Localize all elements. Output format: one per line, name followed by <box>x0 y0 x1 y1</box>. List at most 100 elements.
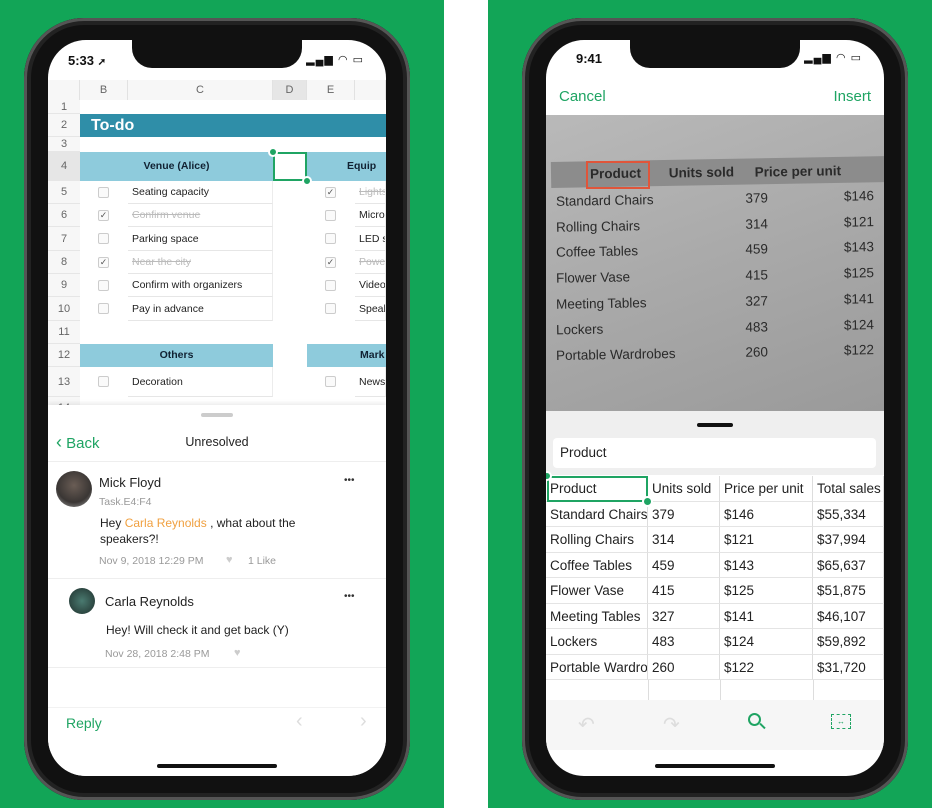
next-icon[interactable]: › <box>360 710 367 733</box>
cancel-button[interactable]: Cancel <box>559 88 606 105</box>
row-header[interactable]: 8 <box>48 251 80 274</box>
selection-handle[interactable] <box>642 496 653 507</box>
selected-cell[interactable] <box>547 476 648 502</box>
task-cell[interactable]: Power <box>355 251 386 274</box>
task-cell[interactable]: Videos <box>355 274 386 297</box>
fit-width-icon[interactable]: ↔ <box>831 714 851 729</box>
checkbox[interactable] <box>98 280 109 291</box>
checkbox[interactable] <box>325 233 336 244</box>
table-cell[interactable]: $51,875 <box>813 578 884 604</box>
row-header[interactable]: 5 <box>48 181 80 204</box>
task-cell[interactable]: Decoration <box>128 367 273 397</box>
heart-icon[interactable]: ♥ <box>226 554 233 566</box>
checkbox[interactable] <box>98 187 109 198</box>
insert-button[interactable]: Insert <box>833 88 871 105</box>
table-cell[interactable]: $121 <box>720 527 813 553</box>
checkbox[interactable] <box>98 233 109 244</box>
checkbox[interactable] <box>325 280 336 291</box>
sheet-grabber[interactable] <box>201 413 233 417</box>
checkbox[interactable] <box>98 376 109 387</box>
previous-icon[interactable]: ‹ <box>296 710 303 733</box>
task-cell[interactable]: Seating capacity <box>128 181 273 204</box>
task-cell[interactable]: Newsp <box>355 367 386 397</box>
task-cell done[interactable]: Confirm venue <box>128 204 273 227</box>
reply-button[interactable]: Reply <box>66 715 102 731</box>
task-cell[interactable]: LED s <box>355 227 386 251</box>
table-cell[interactable]: $122 <box>720 654 813 680</box>
row-header[interactable]: 9 <box>48 274 80 297</box>
table-cell[interactable]: $125 <box>720 578 813 604</box>
table-cell[interactable]: Flower Vase <box>546 578 648 604</box>
cell-value-input[interactable]: Product <box>553 438 876 468</box>
checkbox[interactable] <box>325 303 336 314</box>
column-header[interactable]: D <box>273 80 307 100</box>
table-cell[interactable]: Portable Wardrobes <box>546 654 648 680</box>
row-header[interactable]: 13 <box>48 367 80 397</box>
row-header[interactable]: 3 <box>48 137 80 152</box>
table-cell[interactable]: 459 <box>648 552 720 578</box>
table-cell[interactable]: 327 <box>648 603 720 629</box>
sheet-grabber[interactable] <box>697 423 733 427</box>
selection-handle[interactable] <box>302 176 312 186</box>
task-cell[interactable]: Microp <box>355 204 386 227</box>
table-header[interactable]: Units sold <box>648 476 720 502</box>
table-cell[interactable]: Meeting Tables <box>546 603 648 629</box>
row-header[interactable]: 6 <box>48 204 80 227</box>
table-cell[interactable]: 260 <box>648 654 720 680</box>
table-cell[interactable]: $59,892 <box>813 629 884 655</box>
column-header[interactable]: C <box>128 80 273 100</box>
checkbox[interactable] <box>98 303 109 314</box>
selection-handle[interactable] <box>268 147 278 157</box>
checkbox[interactable] <box>325 376 336 387</box>
redo-icon[interactable]: ↷ <box>663 712 680 737</box>
checkbox[interactable]: ✓ <box>98 210 109 221</box>
table-cell[interactable]: Rolling Chairs <box>546 527 648 553</box>
table-cell[interactable]: $143 <box>720 552 813 578</box>
table-cell[interactable]: $31,720 <box>813 654 884 680</box>
task-cell[interactable]: Confirm with organizers <box>128 274 273 297</box>
row-header[interactable]: 10 <box>48 297 80 321</box>
checkbox[interactable] <box>325 210 336 221</box>
table-cell[interactable]: $146 <box>720 501 813 527</box>
table-header[interactable]: Total sales <box>813 476 884 502</box>
row-header[interactable]: 11 <box>48 321 80 344</box>
table-cell[interactable]: $141 <box>720 603 813 629</box>
table-cell[interactable]: $124 <box>720 629 813 655</box>
table-cell[interactable]: 483 <box>648 629 720 655</box>
task-cell[interactable]: Lights <box>355 181 386 204</box>
comment-ref[interactable]: Task.E4:F4 <box>99 496 152 508</box>
task-cell[interactable]: Pay in advance <box>128 297 273 321</box>
row-header[interactable]: 7 <box>48 227 80 251</box>
column-header[interactable] <box>355 80 386 100</box>
search-icon[interactable] <box>748 713 766 730</box>
row-header[interactable]: 2 <box>48 114 80 137</box>
table-cell[interactable]: $37,994 <box>813 527 884 553</box>
table-cell[interactable]: Coffee Tables <box>546 552 648 578</box>
row-header[interactable]: 1 <box>48 100 80 114</box>
checkbox[interactable]: ✓ <box>98 257 109 268</box>
select-all-corner[interactable] <box>48 80 80 100</box>
table-cell[interactable]: Standard Chairs <box>546 501 648 527</box>
table-cell[interactable]: 314 <box>648 527 720 553</box>
task-cell done[interactable]: Near the city <box>128 251 273 274</box>
table-cell[interactable]: 415 <box>648 578 720 604</box>
row-header[interactable]: 12 <box>48 344 80 367</box>
table-cell[interactable]: $46,107 <box>813 603 884 629</box>
checkbox[interactable]: ✓ <box>325 257 336 268</box>
task-cell[interactable]: Speak <box>355 297 386 321</box>
table-cell[interactable]: Lockers <box>546 629 648 655</box>
like-count[interactable]: 1 Like <box>248 555 276 567</box>
table-cell[interactable]: $55,334 <box>813 501 884 527</box>
more-button[interactable]: ••• <box>344 475 355 486</box>
mention-link[interactable]: Carla Reynolds <box>125 516 207 530</box>
column-header[interactable]: B <box>80 80 128 100</box>
more-button[interactable]: ••• <box>344 591 355 602</box>
undo-icon[interactable]: ↶ <box>578 712 595 737</box>
heart-icon[interactable]: ♥ <box>234 647 241 659</box>
table-cell[interactable]: 379 <box>648 501 720 527</box>
selected-cell[interactable] <box>273 152 307 181</box>
table-cell[interactable]: $65,637 <box>813 552 884 578</box>
column-header[interactable]: E <box>307 80 355 100</box>
row-header[interactable]: 4 <box>48 152 80 181</box>
checkbox[interactable]: ✓ <box>325 187 336 198</box>
